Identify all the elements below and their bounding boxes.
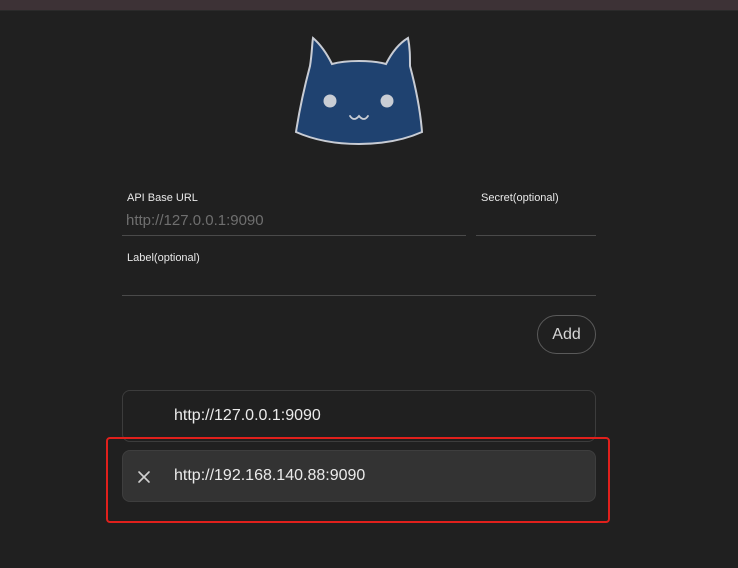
server-item-selected[interactable]: http://192.168.140.88:9090 xyxy=(122,450,596,502)
secret-field: Secret(optional) xyxy=(476,192,596,238)
title-bar xyxy=(0,0,738,10)
close-icon[interactable] xyxy=(136,469,152,485)
server-item[interactable]: http://127.0.0.1:9090 xyxy=(122,390,596,442)
add-button[interactable]: Add xyxy=(537,315,596,354)
api-base-url-field: API Base URL xyxy=(122,192,466,238)
api-base-url-input[interactable] xyxy=(122,206,466,236)
server-url: http://127.0.0.1:9090 xyxy=(174,407,321,424)
api-base-url-label: API Base URL xyxy=(127,192,198,204)
title-bar-divider xyxy=(0,10,738,11)
server-url: http://192.168.140.88:9090 xyxy=(174,467,366,484)
label-input[interactable] xyxy=(122,266,596,296)
secret-label: Secret(optional) xyxy=(481,192,559,204)
label-label: Label(optional) xyxy=(127,252,200,264)
secret-input[interactable] xyxy=(476,206,596,236)
cat-logo-icon xyxy=(294,36,424,146)
label-field: Label(optional) xyxy=(122,252,596,298)
